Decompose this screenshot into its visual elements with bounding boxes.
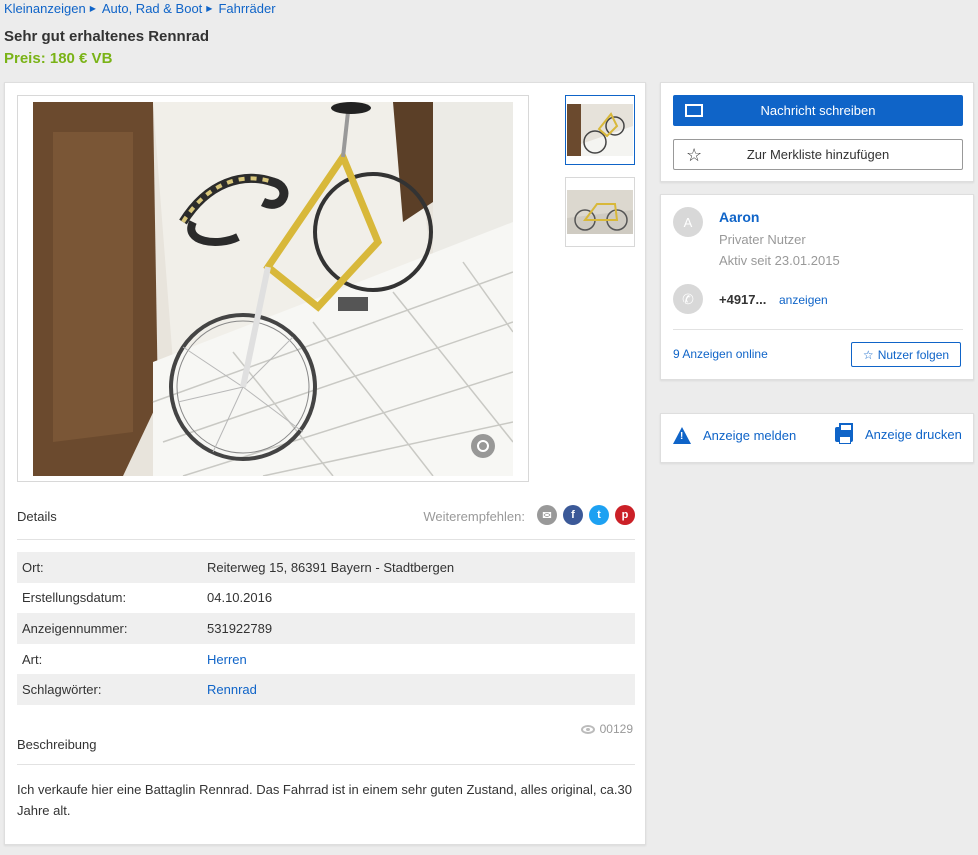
phone-number: +4917...	[719, 292, 767, 307]
thumbnail-1[interactable]	[565, 95, 635, 165]
seller-card: A Aaron Privater Nutzer Aktiv seit 23.01…	[660, 194, 974, 380]
share-pinterest-icon[interactable]: p	[615, 505, 635, 525]
seller-name[interactable]: Aaron	[719, 209, 759, 225]
write-message-label: Nachricht schreiben	[760, 103, 876, 118]
detail-value: Reiterweg 15, 86391 Bayern - Stadtbergen	[207, 559, 455, 575]
table-row: Erstellungsdatum: 04.10.2016	[17, 583, 635, 614]
table-row: Schlagwörter: Rennrad	[17, 674, 635, 705]
contact-card: Nachricht schreiben ☆ Zur Merkliste hinz…	[660, 82, 974, 182]
listing-price: Preis: 180 € VB	[4, 50, 113, 67]
share-label: Weiterempfehlen:	[423, 509, 525, 524]
follow-user-label: Nutzer folgen	[877, 347, 950, 362]
add-to-watchlist-button[interactable]: ☆ Zur Merkliste hinzufügen	[673, 139, 963, 170]
description-heading: Beschreibung	[17, 737, 635, 765]
bicycle-photo[interactable]	[33, 102, 513, 476]
listing-actions-card: ! Anzeige melden Anzeige drucken	[660, 413, 974, 463]
table-row: Ort: Reiterweg 15, 86391 Bayern - Stadtb…	[17, 552, 635, 583]
listing-main-card: Details Weiterempfehlen: ✉ f t p Ort: Re…	[4, 82, 646, 845]
table-row: Anzeigennummer: 531922789	[17, 613, 635, 644]
main-photo-frame[interactable]	[17, 95, 529, 482]
detail-value: 531922789	[207, 620, 273, 636]
breadcrumb-kleinanzeigen[interactable]: Kleinanzeigen	[4, 1, 86, 16]
table-row: Art: Herren	[17, 644, 635, 675]
details-table: Ort: Reiterweg 15, 86391 Bayern - Stadtb…	[17, 552, 635, 705]
seller-type: Privater Nutzer	[719, 232, 806, 247]
warning-icon: !	[673, 427, 691, 444]
follow-user-button[interactable]: ☆ Nutzer folgen	[851, 342, 961, 367]
print-listing-button[interactable]: Anzeige drucken	[835, 423, 962, 444]
details-header: Details Weiterempfehlen: ✉ f t p	[17, 505, 635, 540]
detail-key: Anzeigennummer:	[22, 620, 128, 636]
share-twitter-icon[interactable]: t	[589, 505, 609, 525]
printer-icon	[835, 423, 853, 444]
show-phone-link[interactable]: anzeigen	[779, 293, 828, 307]
detail-value-link[interactable]: Herren	[207, 652, 247, 667]
seller-active-since: Aktiv seit 23.01.2015	[719, 253, 840, 268]
breadcrumb-fahrraeder[interactable]: Fahrräder	[218, 1, 275, 16]
breadcrumb-separator-icon: ▶	[206, 3, 213, 13]
view-count: 00129	[599, 722, 633, 736]
detail-value-link[interactable]: Rennrad	[207, 682, 257, 697]
print-listing-label: Anzeige drucken	[865, 427, 962, 442]
details-heading: Details	[17, 509, 57, 524]
avatar: A	[673, 207, 703, 237]
star-icon: ☆	[862, 347, 874, 362]
phone-icon: ✆	[673, 284, 703, 314]
share-email-icon[interactable]: ✉	[537, 505, 557, 525]
listing-title: Sehr gut erhaltenes Rennrad	[4, 28, 210, 45]
thumbnail-2[interactable]	[565, 177, 635, 247]
view-counter: 00129	[580, 722, 633, 736]
eye-icon	[580, 724, 595, 734]
ads-online-link[interactable]: 9 Anzeigen online	[673, 347, 768, 361]
breadcrumb-separator-icon: ▶	[89, 3, 96, 13]
share-facebook-icon[interactable]: f	[563, 505, 583, 525]
divider	[673, 329, 963, 330]
report-listing-label: Anzeige melden	[703, 428, 797, 443]
detail-value: 04.10.2016	[207, 590, 273, 606]
write-message-button[interactable]: Nachricht schreiben	[673, 95, 963, 126]
breadcrumb: Kleinanzeigen ▶ Auto, Rad & Boot ▶ Fahrr…	[4, 0, 276, 16]
report-listing-button[interactable]: ! Anzeige melden	[673, 427, 796, 444]
detail-key: Schlagwörter:	[22, 682, 102, 698]
description-text: Ich verkaufe hier eine Battaglin Rennrad…	[17, 782, 632, 818]
envelope-icon	[685, 104, 703, 117]
detail-key: Ort:	[22, 559, 44, 575]
zoom-icon[interactable]	[471, 434, 495, 458]
add-to-watchlist-label: Zur Merkliste hinzufügen	[746, 147, 890, 162]
detail-key: Art:	[22, 651, 43, 667]
breadcrumb-auto-rad-boot[interactable]: Auto, Rad & Boot	[102, 1, 202, 16]
detail-key: Erstellungsdatum:	[22, 590, 127, 606]
star-icon: ☆	[686, 145, 703, 165]
